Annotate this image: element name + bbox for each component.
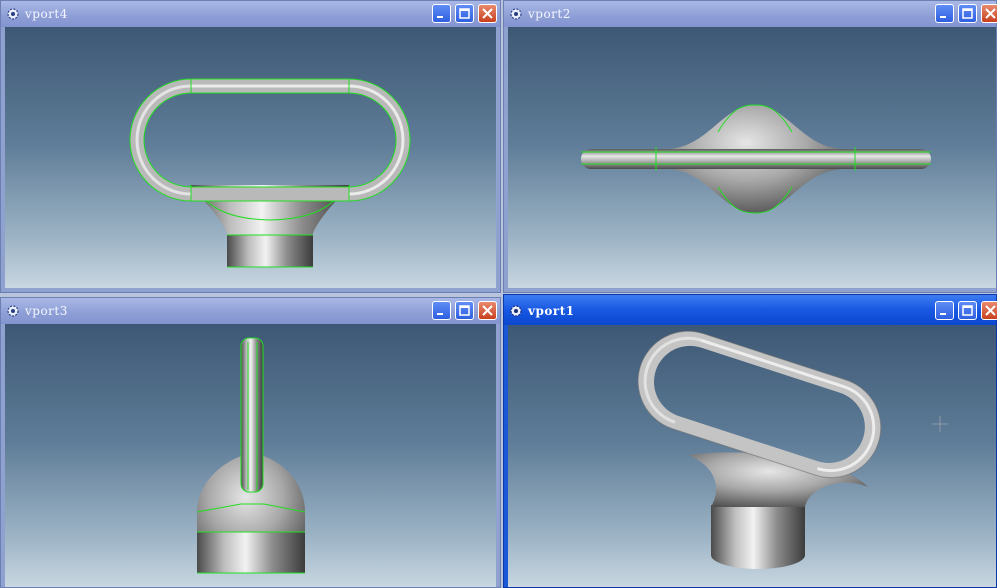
model-side-view bbox=[196, 337, 306, 574]
maximize-icon bbox=[459, 8, 470, 19]
close-icon bbox=[482, 305, 493, 316]
viewport-title: vport1 bbox=[528, 304, 575, 318]
viewport-canvas[interactable] bbox=[5, 324, 496, 587]
minimize-icon bbox=[940, 313, 946, 315]
viewport-canvas[interactable] bbox=[508, 27, 996, 288]
maximize-icon bbox=[962, 305, 973, 316]
viewport-titlebar[interactable]: vport1 bbox=[504, 295, 997, 325]
viewport-vport1[interactable]: vport1 bbox=[503, 294, 997, 588]
viewport-titlebar[interactable]: vport4 bbox=[1, 1, 500, 27]
minimize-icon bbox=[437, 313, 443, 315]
close-button[interactable] bbox=[478, 301, 497, 320]
viewport-title: vport4 bbox=[25, 7, 68, 21]
maximize-icon bbox=[459, 305, 470, 316]
close-button[interactable] bbox=[981, 4, 997, 23]
crosshair-icon bbox=[932, 416, 948, 432]
maximize-button[interactable] bbox=[455, 301, 474, 320]
close-button[interactable] bbox=[981, 301, 997, 320]
viewport-vport4[interactable]: vport4 bbox=[0, 0, 501, 293]
viewport-vport3[interactable]: vport3 bbox=[0, 297, 501, 588]
close-icon bbox=[985, 8, 996, 19]
model-front-view bbox=[581, 104, 931, 214]
minimize-button[interactable] bbox=[935, 301, 954, 320]
viewport-title: vport2 bbox=[528, 7, 571, 21]
close-icon bbox=[985, 305, 996, 316]
close-button[interactable] bbox=[478, 4, 497, 23]
maximize-button[interactable] bbox=[455, 4, 474, 23]
gear-icon[interactable] bbox=[5, 303, 21, 319]
viewport-titlebar[interactable]: vport3 bbox=[1, 298, 500, 324]
close-icon bbox=[482, 8, 493, 19]
minimize-button[interactable] bbox=[432, 4, 451, 23]
gear-icon[interactable] bbox=[508, 303, 524, 319]
model-top-view bbox=[129, 78, 411, 268]
model-perspective-view bbox=[637, 330, 948, 569]
minimize-button[interactable] bbox=[935, 4, 954, 23]
minimize-button[interactable] bbox=[432, 301, 451, 320]
gear-icon[interactable] bbox=[5, 6, 21, 22]
minimize-icon bbox=[437, 16, 443, 18]
viewport-vport2[interactable]: vport2 bbox=[503, 0, 997, 293]
maximize-button[interactable] bbox=[958, 4, 977, 23]
viewport-titlebar[interactable]: vport2 bbox=[504, 1, 997, 27]
viewport-title: vport3 bbox=[25, 304, 68, 318]
gear-icon[interactable] bbox=[508, 6, 524, 22]
maximize-button[interactable] bbox=[958, 301, 977, 320]
minimize-icon bbox=[940, 16, 946, 18]
maximize-icon bbox=[962, 8, 973, 19]
viewport-canvas[interactable] bbox=[5, 27, 496, 288]
viewport-canvas[interactable] bbox=[508, 325, 996, 587]
